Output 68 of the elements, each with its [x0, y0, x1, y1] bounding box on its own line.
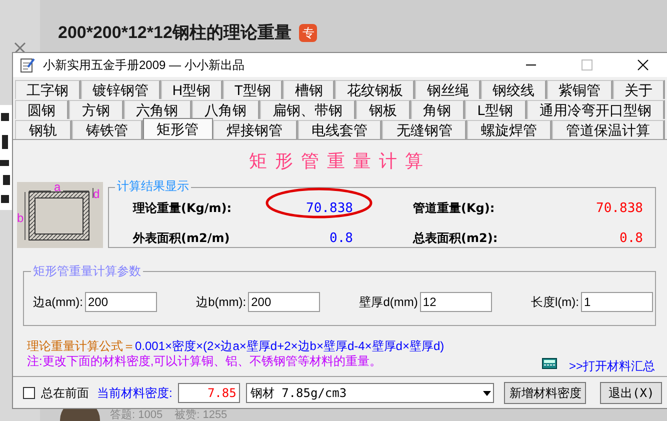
- input-field[interactable]: 200: [248, 292, 320, 312]
- calculator-heading: 矩形管重量计算: [248, 150, 432, 174]
- stat-text: 被赞: 1255: [174, 409, 228, 421]
- tab[interactable]: 角钢: [410, 100, 465, 119]
- tab[interactable]: 六角钢: [124, 100, 192, 119]
- tab[interactable]: 镀锌钢管: [80, 80, 161, 99]
- field-label: 边a(mm):: [33, 294, 83, 311]
- result-value: 70.838: [595, 200, 643, 218]
- group-title: 计算结果显示: [115, 179, 191, 193]
- result-label: 理论重量(Kg/m):: [133, 200, 233, 217]
- tab[interactable]: 铸铁管: [72, 120, 143, 139]
- tab[interactable]: 管道保温计算: [552, 120, 665, 139]
- field-label: 长度l(m):: [531, 294, 579, 311]
- tab[interactable]: 八角钢: [192, 100, 260, 119]
- input-field[interactable]: 1: [581, 292, 653, 312]
- tab[interactable]: 焊接钢管: [212, 120, 298, 139]
- result-value: 0.8: [328, 230, 353, 248]
- tab[interactable]: 钢板: [356, 100, 410, 119]
- calculator-icon[interactable]: [542, 358, 557, 369]
- result-value: 0.8: [618, 230, 643, 248]
- tab[interactable]: 无缝钢管: [382, 120, 468, 139]
- notepad-icon: [19, 57, 35, 73]
- tab[interactable]: 圆钢: [15, 100, 70, 119]
- tab[interactable]: T型钢: [222, 80, 284, 99]
- stat-text: 答题: 1005: [110, 409, 163, 421]
- qr-code-icon: [0, 105, 12, 210]
- tab[interactable]: 槽钢: [283, 80, 336, 99]
- group-title: 矩形管重量计算参数: [31, 264, 143, 278]
- tab[interactable]: 工字钢: [15, 80, 81, 99]
- checkbox-label: 总在前面: [41, 385, 89, 402]
- input-field[interactable]: 12: [420, 292, 492, 312]
- tab[interactable]: 钢轨: [15, 120, 72, 139]
- tab[interactable]: 方钢: [69, 100, 124, 119]
- result-label: 管道重量(Kg):: [412, 200, 496, 217]
- dropdown-arrow-icon: [483, 390, 492, 396]
- tab[interactable]: 紫铜管: [547, 80, 614, 99]
- input-field[interactable]: 200: [85, 292, 157, 312]
- question-title: 200*200*12*12钢柱的理论重量: [58, 22, 292, 44]
- tab[interactable]: 螺旋焊管: [467, 120, 552, 139]
- density-label: 当前材料密度:: [97, 385, 172, 402]
- result-label: 外表面积(m2/m): [133, 230, 231, 246]
- material-dropdown[interactable]: 钢材 7.85g/cm3: [246, 383, 494, 403]
- tab[interactable]: 关于: [613, 80, 666, 99]
- badge: 专: [299, 24, 318, 42]
- window-title: 小新实用五金手册2009 — 小小新出品: [43, 57, 246, 74]
- field-label: 壁厚d(mm): [359, 294, 418, 311]
- result-label: 总表面积(m2):: [412, 230, 499, 246]
- tab[interactable]: 花纹钢板: [335, 80, 416, 99]
- open-materials-link[interactable]: >>打开材料汇总: [569, 359, 656, 374]
- density-field[interactable]: 7.85: [178, 383, 240, 403]
- tab[interactable]: 钢丝绳: [415, 80, 482, 99]
- tab[interactable]: 矩形管: [142, 118, 213, 139]
- tab[interactable]: 通用冷弯开口型钢: [526, 100, 666, 119]
- formula-label: 理论重量计算公式＝: [27, 339, 135, 354]
- formula-text: 0.001×密度×(2×边a×壁厚d+2×边b×壁厚d-4×壁厚d×壁厚d): [135, 339, 444, 354]
- tab[interactable]: 电线套管: [298, 120, 382, 139]
- result-value: 70.838: [305, 200, 353, 218]
- tab[interactable]: H型钢: [160, 80, 223, 99]
- tab[interactable]: L型钢: [464, 100, 527, 119]
- tab[interactable]: 钢绞线: [481, 80, 548, 99]
- tube-diagram: a b d: [17, 182, 103, 248]
- exit-button[interactable]: 退出(X): [600, 382, 662, 404]
- field-label: 边b(mm):: [196, 294, 246, 311]
- note-text: 注:更改下面的材料密度,可以计算铜、铝、不锈钢管等材料的重量。: [27, 354, 382, 369]
- checkbox[interactable]: [23, 387, 35, 399]
- tab[interactable]: 扁钢、带钢: [260, 100, 356, 119]
- add-density-button[interactable]: 新增材料密度: [504, 382, 586, 404]
- close-icon[interactable]: [637, 59, 649, 71]
